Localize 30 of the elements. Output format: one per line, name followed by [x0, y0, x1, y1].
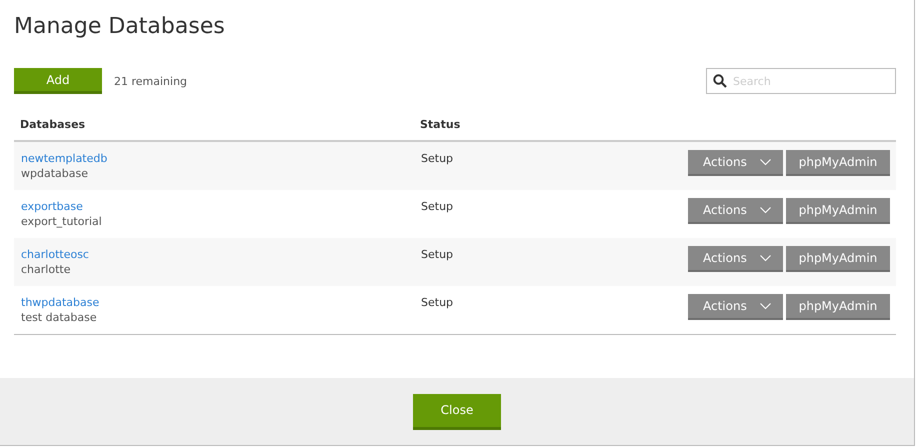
- database-user: charlotte: [21, 263, 70, 276]
- phpmyadmin-button[interactable]: phpMyAdmin: [786, 198, 890, 224]
- column-header: Databases: [20, 118, 86, 130]
- close-button[interactable]: Close: [413, 394, 501, 430]
- status-text: Setup: [421, 151, 454, 165]
- add-button[interactable]: Add: [14, 68, 102, 94]
- actions-dropdown[interactable]: Actions: [688, 294, 783, 320]
- status-text: Setup: [421, 295, 454, 309]
- column-header: Status: [420, 118, 462, 130]
- database-user: export_tutorial: [21, 215, 102, 228]
- status-text: Setup: [421, 247, 454, 261]
- database-user: test database: [21, 311, 97, 324]
- phpmyadmin-button[interactable]: phpMyAdmin: [786, 150, 890, 176]
- database-link[interactable]: exportbase: [21, 200, 83, 213]
- chevron-down-icon: [760, 254, 771, 262]
- actions-dropdown[interactable]: Actions: [688, 150, 783, 176]
- database-link[interactable]: thwpdatabase: [21, 296, 100, 309]
- database-user: wpdatabase: [21, 167, 88, 180]
- dialog-title: Manage Databases: [14, 14, 226, 41]
- phpmyadmin-button[interactable]: phpMyAdmin: [786, 294, 890, 320]
- remaining-count: 21 remaining: [114, 74, 188, 88]
- chevron-down-icon: [760, 302, 771, 310]
- status-text: Setup: [421, 199, 454, 213]
- chevron-down-icon: [760, 206, 771, 214]
- database-link[interactable]: newtemplatedb: [21, 152, 108, 165]
- actions-dropdown[interactable]: Actions: [688, 246, 783, 272]
- phpmyadmin-button[interactable]: phpMyAdmin: [786, 246, 890, 272]
- actions-dropdown[interactable]: Actions: [688, 198, 783, 224]
- chevron-down-icon: [760, 158, 771, 166]
- database-link[interactable]: charlotteosc: [21, 248, 89, 261]
